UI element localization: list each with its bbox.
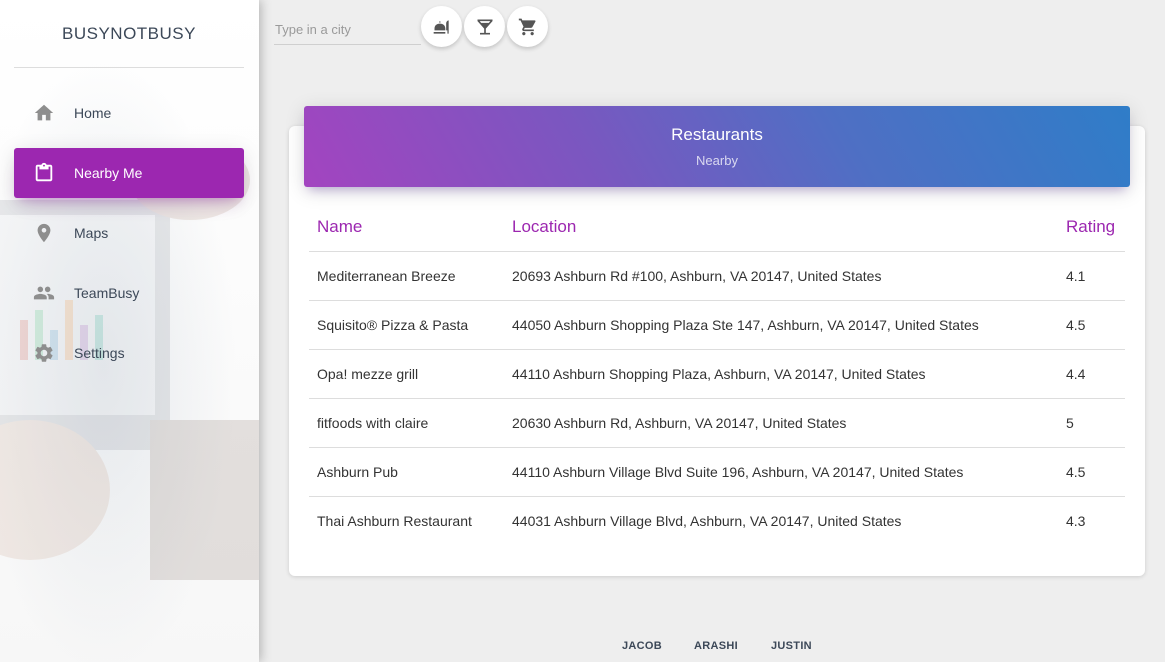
restaurant-location: 20630 Ashburn Rd, Ashburn, VA 20147, Uni… [504, 398, 1058, 448]
restaurant-filter-button[interactable] [421, 6, 462, 47]
footer-link-jacob[interactable]: JACOB [622, 640, 662, 652]
restaurants-table: Name Location Rating Mediterranean Breez… [309, 203, 1125, 545]
restaurant-location: 20693 Ashburn Rd #100, Ashburn, VA 20147… [504, 251, 1058, 301]
table-row[interactable]: Thai Ashburn Restaurant 44031 Ashburn Vi… [309, 497, 1125, 546]
table-row[interactable]: fitfoods with claire 20630 Ashburn Rd, A… [309, 398, 1125, 448]
table-header-row: Name Location Rating [309, 203, 1125, 252]
table-row[interactable]: Mediterranean Breeze 20693 Ashburn Rd #1… [309, 251, 1125, 301]
cocktail-icon [477, 19, 492, 34]
bar-filter-button[interactable] [464, 6, 505, 47]
table-row[interactable]: Opa! mezze grill 44110 Ashburn Shopping … [309, 349, 1125, 399]
restaurant-location: 44050 Ashburn Shopping Plaza Ste 147, As… [504, 300, 1058, 350]
people-icon [14, 282, 74, 304]
cart-icon [518, 18, 536, 35]
home-icon [14, 102, 74, 124]
sidebar-item-nearby-me[interactable]: Nearby Me [14, 148, 244, 198]
clipboard-icon [14, 162, 74, 184]
restaurant-name: Mediterranean Breeze [309, 251, 504, 301]
column-header-name[interactable]: Name [309, 203, 504, 252]
gear-icon [14, 342, 74, 364]
restaurant-location: 44110 Ashburn Village Blvd Suite 196, As… [504, 447, 1058, 497]
restaurant-rating: 4.4 [1058, 349, 1125, 399]
restaurant-rating: 4.1 [1058, 251, 1125, 301]
sidebar-item-teambusy[interactable]: TeamBusy [14, 268, 244, 318]
restaurant-rating: 4.3 [1066, 513, 1086, 529]
restaurant-rating: 5 [1058, 398, 1125, 448]
restaurant-rating: 4.5 [1058, 447, 1125, 497]
restaurant-icon [433, 19, 449, 34]
restaurant-rating: 4.5 [1058, 300, 1125, 350]
sidebar: BUSYNOTBUSY Home Nearby Me Maps TeamBusy… [0, 0, 259, 662]
brand-title[interactable]: BUSYNOTBUSY [14, 0, 244, 68]
sidebar-item-settings[interactable]: Settings [14, 328, 244, 378]
footer-link-justin[interactable]: JUSTIN [771, 640, 812, 652]
column-header-location[interactable]: Location [504, 203, 1058, 252]
column-header-rating[interactable]: Rating [1058, 203, 1125, 252]
sidebar-item-label: Maps [74, 225, 109, 241]
table-row[interactable]: Ashburn Pub 44110 Ashburn Village Blvd S… [309, 447, 1125, 497]
restaurant-location: 44031 Ashburn Village Blvd, Ashburn, VA … [512, 513, 902, 529]
card-subtitle: Nearby [696, 153, 738, 168]
restaurant-name: Ashburn Pub [309, 447, 504, 497]
restaurant-name: fitfoods with claire [309, 398, 504, 448]
table-row[interactable]: Squisito® Pizza & Pasta 44050 Ashburn Sh… [309, 300, 1125, 350]
sidebar-item-label: Nearby Me [74, 165, 143, 181]
restaurant-name: Opa! mezze grill [309, 349, 504, 399]
location-pin-icon [14, 222, 74, 244]
sidebar-item-label: TeamBusy [74, 285, 140, 301]
footer-link-arashi[interactable]: ARASHI [694, 640, 738, 652]
restaurant-name: Thai Ashburn Restaurant [317, 513, 472, 529]
sidebar-item-maps[interactable]: Maps [14, 208, 244, 258]
shopping-filter-button[interactable] [507, 6, 548, 47]
restaurant-name: Squisito® Pizza & Pasta [309, 300, 504, 350]
card-header: Restaurants Nearby [304, 106, 1130, 187]
restaurant-location: 44110 Ashburn Shopping Plaza, Ashburn, V… [504, 349, 1058, 399]
card-title: Restaurants [671, 125, 763, 144]
sidebar-item-home[interactable]: Home [14, 88, 244, 138]
sidebar-item-label: Home [74, 105, 112, 121]
city-search-input[interactable] [274, 14, 421, 45]
sidebar-item-label: Settings [74, 345, 125, 361]
footer: JACOB ARASHI JUSTIN [0, 640, 1165, 656]
